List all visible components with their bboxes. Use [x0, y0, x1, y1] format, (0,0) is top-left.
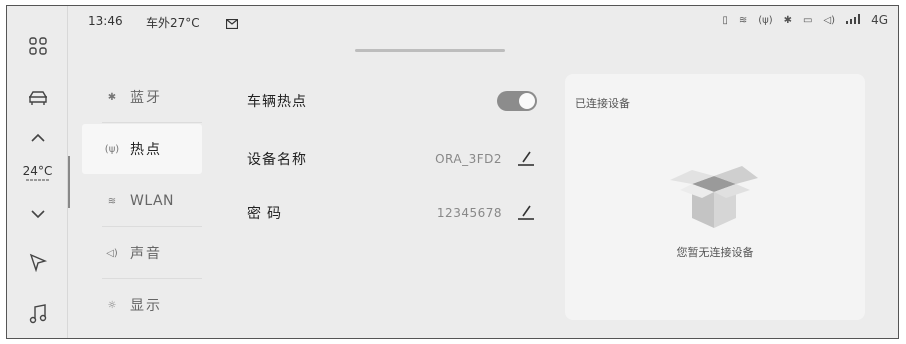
menu-item-label: 声音 — [130, 246, 162, 262]
message-icon[interactable] — [225, 14, 239, 33]
edit-password-icon[interactable] — [517, 204, 535, 220]
device-name-value: ORA_3FD2 — [435, 152, 502, 166]
hotspot-icon: (ψ) — [104, 143, 120, 155]
menu-item-label: 蓝牙 — [130, 90, 162, 106]
device-name-label: 设备名称 — [247, 152, 307, 168]
outside-temperature: 车外27°C — [146, 16, 200, 30]
menu-item-label: 显示 — [130, 298, 162, 314]
password-row: 密码 12345678 — [247, 198, 537, 228]
signal-icon — [846, 13, 861, 27]
status-icons: ▯ ≋ (ψ) ✱ ▭ ◁) 4G — [722, 13, 888, 27]
volume-icon: ◁) — [106, 247, 118, 259]
hotspot-toggle[interactable] — [497, 91, 537, 111]
menu-item-label: WLAN — [130, 193, 175, 209]
menu-item-bluetooth[interactable]: ✱ 蓝牙 — [82, 72, 202, 122]
fan-level-indicator — [7, 179, 68, 181]
left-rail: 24°C — [7, 6, 68, 338]
hotspot-row: 车辆热点 — [247, 86, 537, 116]
temp-up-icon[interactable] — [7, 118, 68, 158]
clock: 13:46 — [88, 14, 123, 28]
hotspot-status-icon: (ψ) — [758, 14, 773, 26]
temp-down-icon[interactable] — [7, 194, 68, 234]
brightness-icon: ☼ — [107, 299, 117, 311]
temperature-value: 24°C — [22, 164, 53, 178]
temperature-display: 24°C — [7, 164, 68, 181]
toggle-knob — [519, 93, 535, 109]
edit-device-name-icon[interactable] — [517, 150, 535, 166]
menu-item-wlan[interactable]: ≋ WLAN — [82, 176, 202, 226]
empty-box-icon — [668, 162, 760, 236]
menu-item-label: 热点 — [130, 142, 162, 158]
empty-state-text: 您暂无连接设备 — [676, 246, 754, 259]
rail-scrollbar[interactable] — [68, 156, 70, 208]
menu-item-sound[interactable]: ◁) 声音 — [82, 228, 202, 278]
password-value: 12345678 — [436, 206, 502, 220]
screen-status-icon: ▭ — [803, 14, 813, 26]
divider — [102, 278, 202, 279]
screen-frame: 24°C 13:46 车外27°C ▯ ≋ (ψ) ✱ ▭ ◁) 4G ✱ 蓝牙… — [6, 5, 899, 339]
wifi-icon: ≋ — [107, 195, 117, 207]
network-type: 4G — [871, 13, 888, 27]
bluetooth-icon: ✱ — [107, 91, 117, 103]
vibrate-icon: ▯ — [722, 14, 728, 26]
divider — [102, 122, 202, 123]
password-label: 密码 — [247, 206, 287, 222]
menu-item-hotspot[interactable]: (ψ) 热点 — [82, 124, 202, 174]
device-name-row: 设备名称 ORA_3FD2 — [247, 144, 537, 174]
status-bar: 13:46 车外27°C ▯ ≋ (ψ) ✱ ▭ ◁) 4G — [68, 6, 898, 36]
hotspot-label: 车辆热点 — [247, 94, 307, 110]
divider — [102, 226, 202, 227]
panel-title: 已连接设备 — [575, 97, 630, 110]
bluetooth-status-icon: ✱ — [783, 14, 793, 26]
apps-grid-icon[interactable] — [7, 26, 68, 66]
drag-handle[interactable] — [355, 49, 505, 52]
car-icon[interactable] — [7, 78, 68, 118]
navigation-icon[interactable] — [7, 242, 68, 282]
volume-status-icon: ◁) — [823, 14, 836, 26]
music-icon[interactable] — [7, 294, 68, 334]
connected-devices-panel: 已连接设备 您暂无连接设备 — [565, 74, 865, 320]
menu-item-display[interactable]: ☼ 显示 — [82, 280, 202, 330]
wifi-status-icon: ≋ — [738, 14, 748, 26]
